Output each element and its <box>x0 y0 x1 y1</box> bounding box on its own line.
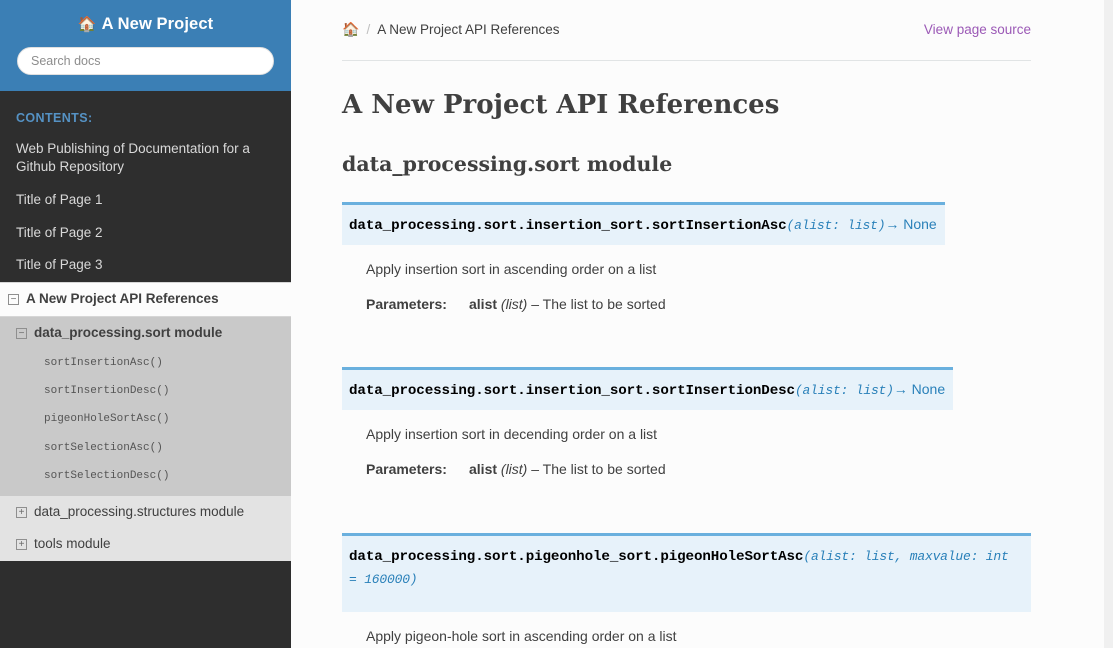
sidebar-item-sortselectiondesc[interactable]: sortSelectionDesc() <box>0 462 291 490</box>
function-description: Apply insertion sort in decending order … <box>366 426 658 442</box>
search-input[interactable] <box>17 46 274 75</box>
sidebar-item-page-1[interactable]: Title of Page 1 <box>0 184 291 217</box>
documentation-page: 🏠A New Project CONTENTS: Web Publishing … <box>0 0 1113 648</box>
function-entry: data_processing.sort.insertion_sort.sort… <box>342 177 1031 315</box>
sidebar-caption: CONTENTS: <box>16 110 93 125</box>
function-parameters: Parameters: alist (list) – The list to b… <box>366 459 1031 481</box>
function-signature[interactable]: data_processing.sort.insertion_sort.sort… <box>342 202 945 245</box>
sidebar-item-label: data_processing.sort module <box>34 324 223 340</box>
sidebar-nav: Web Publishing of Documentation for a Gi… <box>0 133 291 561</box>
breadcrumb-current: A New Project API References <box>377 22 560 37</box>
function-description: Apply pigeon-hole sort in ascending orde… <box>366 628 677 645</box>
main-content: 🏠 / A New Project API References View pa… <box>291 0 1113 648</box>
parameters-body: alist (list) – The list to be sorted <box>469 294 1031 316</box>
function-params: (alist: list) <box>786 218 886 234</box>
sidebar-item-label: A New Project API References <box>26 290 219 306</box>
parameters-body: alist (list) – The list to be sorted <box>469 459 1031 481</box>
sidebar-item-sortinsertionasc[interactable]: sortInsertionAsc() <box>0 349 291 377</box>
brand-title: A New Project <box>101 15 214 33</box>
brand-link[interactable]: 🏠 A New Project <box>16 12 275 47</box>
sidebar-item-sortselectionasc[interactable]: sortSelectionAsc() <box>0 434 291 462</box>
breadcrumb-divider <box>342 60 1031 61</box>
sidebar-item-tools-module[interactable]: + tools module <box>0 528 291 560</box>
function-name: data_processing.sort.insertion_sort.sort… <box>349 383 795 400</box>
sidebar-item-label: data_processing.structures module <box>34 504 245 520</box>
function-name: data_processing.sort.pigeonhole_sort.pig… <box>349 548 804 565</box>
collapse-toggle-icon[interactable]: − <box>8 293 19 305</box>
sidebar-item-sort-module[interactable]: − data_processing.sort module <box>0 316 291 349</box>
parameters-label: Parameters: <box>366 461 447 477</box>
sidebar-item-api-references[interactable]: − A New Project API References <box>0 281 291 317</box>
function-entry: data_processing.sort.pigeonhole_sort.pig… <box>342 508 1031 648</box>
parameter-type: (list) <box>500 461 528 477</box>
sidebar-item-label: Web Publishing of Documentation for a Gi… <box>16 140 250 175</box>
sidebar-item-sortinsertiondesc[interactable]: sortInsertionDesc() <box>0 377 291 405</box>
sidebar-item-label: tools module <box>34 536 111 552</box>
sidebar-item-pigeonholesortasc[interactable]: pigeonHoleSortAsc() <box>0 405 291 433</box>
sidebar-function-list: sortInsertionAsc() sortInsertionDesc() p… <box>0 348 291 497</box>
parameter-item: alist (list) – The list to be sorted <box>469 459 1031 481</box>
home-icon: 🏠 <box>77 16 97 33</box>
function-return: → None <box>893 381 946 398</box>
parameter-desc: – The list to be sorted <box>527 295 666 312</box>
sidebar-item-label: Title of Page 2 <box>16 224 103 240</box>
parameter-type: (list) <box>500 295 528 312</box>
function-description: Apply insertion sort in ascending order … <box>366 260 657 277</box>
function-params: (alist: list) <box>794 383 894 399</box>
parameter-item: alist (list) – The list to be sorted <box>469 294 1031 316</box>
sidebar: 🏠A New Project CONTENTS: Web Publishing … <box>0 0 291 648</box>
parameter-desc: – The list to be sorted <box>527 461 666 477</box>
function-signature[interactable]: data_processing.sort.pigeonhole_sort.pig… <box>342 532 1031 613</box>
parameters-label: Parameters: <box>366 295 447 312</box>
expand-toggle-icon[interactable]: + <box>16 507 27 519</box>
function-name: data_processing.sort.insertion_sort.sort… <box>349 218 787 235</box>
sidebar-subnav: − data_processing.sort module sortInserti… <box>0 316 291 561</box>
sidebar-item-page-3[interactable]: Title of Page 3 <box>0 249 291 282</box>
sidebar-item-label: Title of Page 1 <box>16 192 103 208</box>
function-return: → None <box>885 216 937 233</box>
page-scrollbar[interactable] <box>1104 0 1113 648</box>
breadcrumb-separator: / <box>366 22 371 37</box>
breadcrumb-home-icon[interactable]: 🏠 <box>342 21 359 38</box>
collapse-toggle-icon[interactable]: − <box>16 327 27 339</box>
expand-toggle-icon[interactable]: + <box>16 539 27 551</box>
sidebar-item-web-publishing[interactable]: Web Publishing of Documentation for a Gi… <box>0 133 291 184</box>
sidebar-item-label: Title of Page 3 <box>16 257 103 273</box>
page-title: A New Project API References <box>342 90 780 120</box>
function-signature[interactable]: data_processing.sort.insertion_sort.sort… <box>342 367 954 410</box>
function-entry: data_processing.sort.insertion_sort.sort… <box>342 342 1031 480</box>
search-form <box>16 46 275 75</box>
sidebar-header: 🏠 A New Project <box>0 0 291 91</box>
parameter-name: alist <box>469 461 498 477</box>
module-title: data_processing.sort module <box>342 151 673 176</box>
sidebar-item-page-2[interactable]: Title of Page 2 <box>0 217 291 250</box>
breadcrumb: 🏠 / A New Project API References View pa… <box>342 0 1031 38</box>
sidebar-item-structures-module[interactable]: + data_processing.structures module <box>0 496 291 528</box>
function-parameters: Parameters: alist (list) – The list to b… <box>366 294 1031 316</box>
view-page-source-link[interactable]: View page source <box>924 22 1031 37</box>
parameter-name: alist <box>469 295 498 312</box>
